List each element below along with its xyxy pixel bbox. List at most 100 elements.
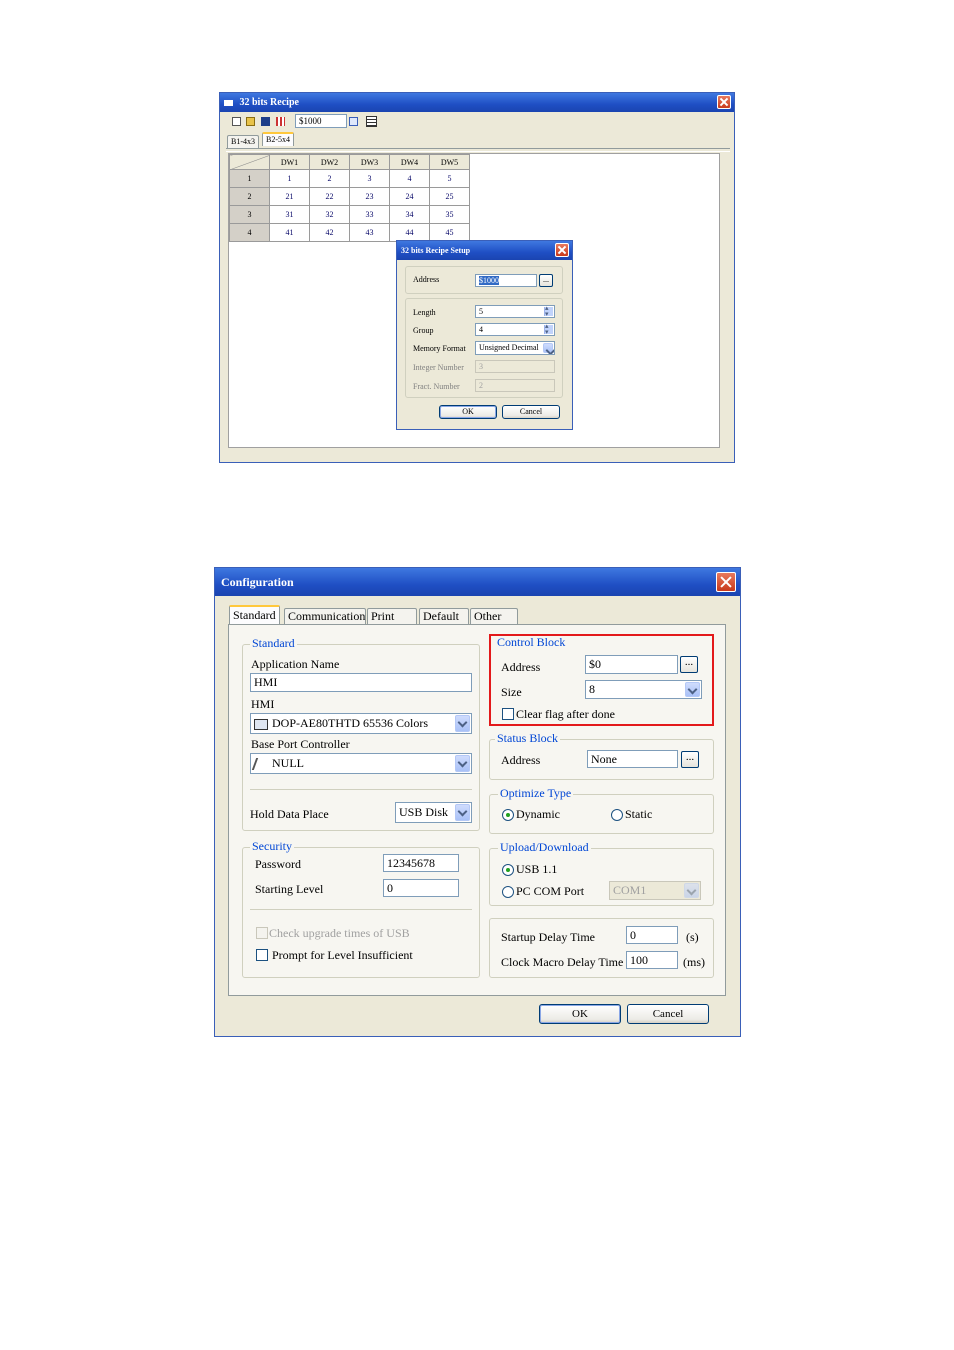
new-file-icon[interactable] xyxy=(232,117,241,126)
table-cell[interactable]: 24 xyxy=(389,187,430,206)
hmi-select[interactable]: DOP-AE80THTD 65536 Colors xyxy=(250,713,472,734)
dynamic-radio[interactable] xyxy=(502,809,514,821)
tab-b1-4x3[interactable]: B1-4x3 xyxy=(227,135,259,148)
tab-standard[interactable]: Standard xyxy=(229,605,280,624)
clear-flag-checkbox[interactable] xyxy=(502,708,514,720)
table-cell[interactable]: 23 xyxy=(349,187,390,206)
chevron-down-icon[interactable] xyxy=(455,804,470,821)
prompt-level-checkbox[interactable] xyxy=(256,949,268,961)
close-icon[interactable] xyxy=(717,95,731,109)
standard-divider xyxy=(250,789,472,790)
clock-delay-input[interactable]: 100 xyxy=(626,951,678,969)
save-icon[interactable] xyxy=(261,117,270,126)
tab-print[interactable]: Print xyxy=(367,608,417,624)
table-icon[interactable] xyxy=(366,116,377,127)
table-cell[interactable]: 25 xyxy=(429,187,470,206)
chevron-down-icon[interactable] xyxy=(685,682,700,697)
group-stepper[interactable]: 4 xyxy=(475,323,555,336)
open-folder-icon[interactable] xyxy=(246,117,255,126)
startup-delay-input[interactable]: 0 xyxy=(626,926,678,944)
setup-address-input[interactable]: $1000 xyxy=(475,274,537,287)
control-address-input[interactable]: $0 xyxy=(585,655,678,674)
table-cell[interactable]: 2 xyxy=(309,169,350,188)
close-icon[interactable] xyxy=(716,572,736,592)
tab-b2-5x4[interactable]: B2-5x4 xyxy=(262,132,294,146)
tab-communication[interactable]: Communication xyxy=(284,608,366,624)
pccom-radio[interactable] xyxy=(502,886,514,898)
app-name-label: Application Name xyxy=(251,657,340,671)
column-header: DW3 xyxy=(349,154,390,170)
hold-data-select[interactable]: USB Disk xyxy=(395,802,472,823)
table-cell[interactable]: 4 xyxy=(389,169,430,188)
table-row: 3 31 32 33 34 35 xyxy=(229,205,470,224)
recipe-address-input[interactable]: $1000 xyxy=(295,114,347,128)
table-cell[interactable]: 42 xyxy=(309,223,350,242)
table-cell[interactable]: 33 xyxy=(349,205,390,224)
setup-ok-button[interactable]: OK xyxy=(439,405,497,419)
table-cell[interactable]: 21 xyxy=(269,187,310,206)
tab-default[interactable]: Default xyxy=(419,608,469,624)
size-select[interactable]: 8 xyxy=(585,680,702,699)
starting-level-label: Starting Level xyxy=(255,882,324,896)
size-label: Size xyxy=(501,685,522,699)
plug-icon xyxy=(251,758,269,771)
chevron-down-icon[interactable] xyxy=(455,715,470,732)
table-cell[interactable]: 32 xyxy=(309,205,350,224)
spin-icon[interactable] xyxy=(544,324,553,335)
table-cell[interactable]: 41 xyxy=(269,223,310,242)
clear-flag-label: Clear flag after done xyxy=(516,707,615,721)
setup-address-value: $1000 xyxy=(479,276,499,285)
row-header: 1 xyxy=(229,169,270,188)
status-address-input[interactable]: None xyxy=(587,750,678,768)
status-address-browse-button[interactable]: ... xyxy=(681,751,699,768)
address-browse-button[interactable]: ... xyxy=(539,274,553,287)
table-corner xyxy=(229,154,270,170)
recipe-window-titlebar: 32 bits Recipe xyxy=(220,93,734,112)
ok-button[interactable]: OK xyxy=(539,1004,621,1024)
password-input[interactable]: 12345678 xyxy=(383,854,459,872)
fract-number-value: 2 xyxy=(479,381,483,390)
table-cell[interactable]: 45 xyxy=(429,223,470,242)
usb-radio[interactable] xyxy=(502,864,514,876)
chevron-down-icon[interactable] xyxy=(455,755,470,772)
setup-cancel-button[interactable]: Cancel xyxy=(502,405,560,419)
table-cell[interactable]: 34 xyxy=(389,205,430,224)
table-cell[interactable]: 22 xyxy=(309,187,350,206)
table-cell[interactable]: 1 xyxy=(269,169,310,188)
row-header: 2 xyxy=(229,187,270,206)
table-cell[interactable]: 31 xyxy=(269,205,310,224)
integer-number-value: 3 xyxy=(479,362,483,371)
table-cell[interactable]: 44 xyxy=(389,223,430,242)
optimize-group-label: Optimize Type xyxy=(498,786,574,800)
integer-number-stepper: 3 xyxy=(475,360,555,373)
starting-level-input[interactable]: 0 xyxy=(383,879,459,897)
table-cell[interactable]: 3 xyxy=(349,169,390,188)
security-group-label: Security xyxy=(250,839,294,853)
table-cell[interactable]: 43 xyxy=(349,223,390,242)
hold-data-value: USB Disk xyxy=(399,805,449,819)
browse-icon[interactable] xyxy=(349,117,358,126)
control-address-label: Address xyxy=(501,660,541,674)
chevron-down-icon[interactable] xyxy=(543,343,553,353)
dynamic-label: Dynamic xyxy=(516,807,560,821)
grid-icon[interactable] xyxy=(276,117,285,126)
static-radio[interactable] xyxy=(611,809,623,821)
recipe-table: DW1 DW2 DW3 DW4 DW5 1 1 2 3 4 5 2 21 22 … xyxy=(229,154,470,242)
integer-number-label: Integer Number xyxy=(413,363,464,372)
table-cell[interactable]: 5 xyxy=(429,169,470,188)
row-header: 4 xyxy=(229,223,270,242)
chevron-down-icon xyxy=(684,883,699,898)
startup-delay-label: Startup Delay Time xyxy=(501,930,596,944)
column-header: DW1 xyxy=(269,154,310,170)
memory-format-select[interactable]: Unsigned Decimal xyxy=(475,341,555,355)
control-address-browse-button[interactable]: ... xyxy=(680,656,698,673)
spin-icon[interactable] xyxy=(544,306,553,317)
base-port-select[interactable]: NULL xyxy=(250,753,472,774)
cancel-button[interactable]: Cancel xyxy=(627,1004,709,1024)
tab-other[interactable]: Other xyxy=(470,608,518,624)
close-icon[interactable] xyxy=(555,243,569,257)
table-cell[interactable]: 35 xyxy=(429,205,470,224)
length-stepper[interactable]: 5 xyxy=(475,305,555,318)
app-name-input[interactable]: HMI xyxy=(250,673,472,692)
fract-number-stepper: 2 xyxy=(475,379,555,392)
